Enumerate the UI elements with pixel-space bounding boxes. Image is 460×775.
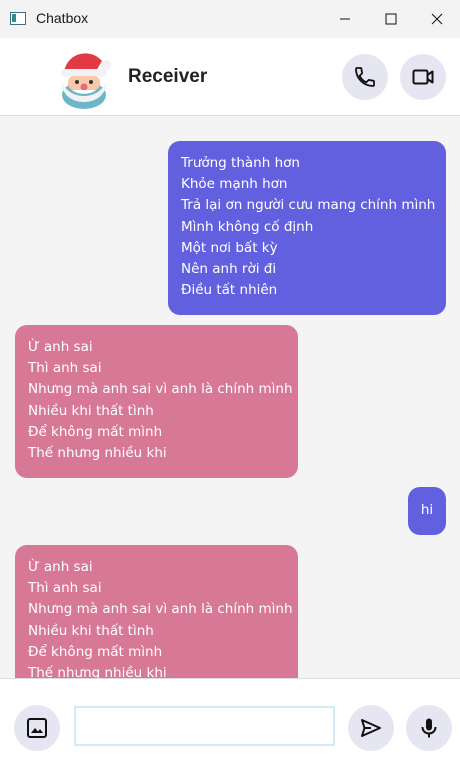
message-line: Mình không cố định xyxy=(181,218,314,235)
message-line: Nhiều khi thất tình xyxy=(28,402,154,419)
message-line: Trưởng thành hơn xyxy=(181,155,300,171)
microphone-icon xyxy=(421,718,437,738)
message-line: Trả lại ơn người cưu mang chính mình xyxy=(181,197,436,214)
message-line: Thì anh sai xyxy=(28,360,102,377)
video-camera-icon xyxy=(412,69,434,85)
message-line: Ừ anh sai xyxy=(28,339,93,355)
microphone-button[interactable] xyxy=(406,705,452,751)
message-line: Để không mất mình xyxy=(28,643,163,660)
composer-bar xyxy=(0,678,460,775)
title-bar: Chatbox xyxy=(0,0,460,39)
app-icon xyxy=(10,12,26,25)
message-line: Nhiều khi thất tình xyxy=(28,622,154,639)
maximize-icon xyxy=(385,13,397,25)
window-title: Chatbox xyxy=(36,10,89,26)
message-line: Để không mất mình xyxy=(28,423,163,440)
message-line: Thế nhưng nhiều khi xyxy=(28,665,167,678)
santa-claus-icon xyxy=(61,53,111,109)
close-button[interactable] xyxy=(414,0,460,38)
attach-image-button[interactable] xyxy=(14,705,60,751)
received-message: Ừ anh sai Thì anh sai Nhưng mà anh sai v… xyxy=(15,325,298,478)
minimize-icon xyxy=(340,18,350,20)
video-call-button[interactable] xyxy=(400,54,446,100)
message-line: hi xyxy=(420,502,434,518)
phone-icon xyxy=(355,67,375,87)
message-line: Ừ anh sai xyxy=(28,559,93,575)
sent-message: Trưởng thành hơn Khỏe mạnh hơn Trả lại ơ… xyxy=(168,141,446,315)
maximize-button[interactable] xyxy=(368,0,414,38)
message-line: Thì anh sai xyxy=(28,580,102,597)
message-line: Điều tất nhiên xyxy=(181,282,278,299)
message-input[interactable] xyxy=(74,706,335,746)
sent-message: hi xyxy=(408,487,446,535)
message-line: Một nơi bất kỳ xyxy=(181,239,278,256)
send-button[interactable] xyxy=(348,705,394,751)
chat-header: Receiver xyxy=(0,38,460,116)
minimize-button[interactable] xyxy=(322,0,368,38)
send-icon xyxy=(361,719,381,737)
message-list[interactable]: Trưởng thành hơn Khỏe mạnh hơn Trả lại ơ… xyxy=(0,116,460,678)
message-line: Nhưng mà anh sai vì anh là chính mình xyxy=(28,601,293,618)
receiver-name: Receiver xyxy=(128,66,208,87)
received-message: Ừ anh sai Thì anh sai Nhưng mà anh sai v… xyxy=(15,545,298,678)
message-line: Thế nhưng nhiều khi xyxy=(28,445,167,462)
close-icon xyxy=(431,13,443,25)
call-button[interactable] xyxy=(342,54,388,100)
message-line: Nên anh rời đi xyxy=(181,261,277,278)
message-line: Nhưng mà anh sai vì anh là chính mình xyxy=(28,381,293,398)
image-icon xyxy=(27,718,47,738)
message-line: Khỏe mạnh hơn xyxy=(181,176,288,193)
